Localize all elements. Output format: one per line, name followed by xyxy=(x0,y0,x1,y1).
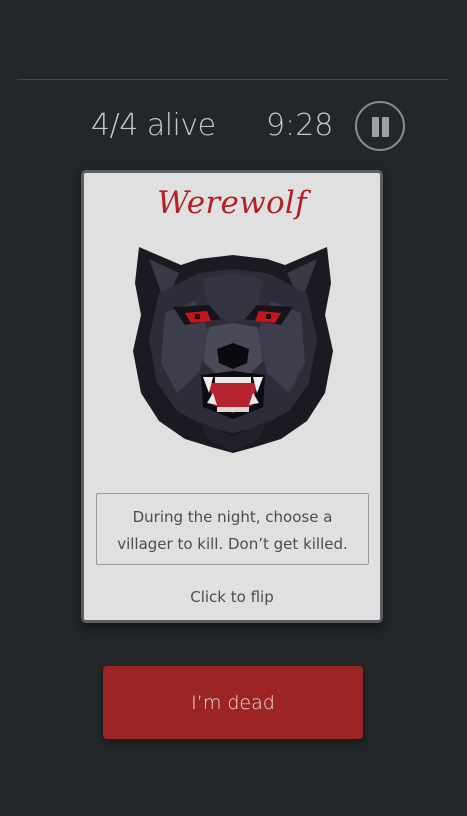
werewolf-image xyxy=(133,247,333,453)
pause-icon xyxy=(372,117,379,137)
role-card[interactable]: Werewolf During the night, choose a vill… xyxy=(81,170,383,623)
round-timer: 9:28 xyxy=(266,108,334,143)
im-dead-button[interactable]: I’m dead xyxy=(103,666,363,739)
status-bar: 4/4 alive 9:28 xyxy=(0,100,467,152)
pause-icon-bar xyxy=(382,117,389,137)
game-screen: 4/4 alive 9:28 Werewolf During the night… xyxy=(0,0,467,816)
alive-count: 4/4 alive xyxy=(91,108,216,143)
flip-hint: Click to flip xyxy=(190,588,274,606)
role-title: Werewolf xyxy=(157,185,307,221)
header-divider xyxy=(17,79,448,80)
pause-button[interactable] xyxy=(355,101,405,151)
role-description: During the night, choose a villager to k… xyxy=(96,493,369,565)
